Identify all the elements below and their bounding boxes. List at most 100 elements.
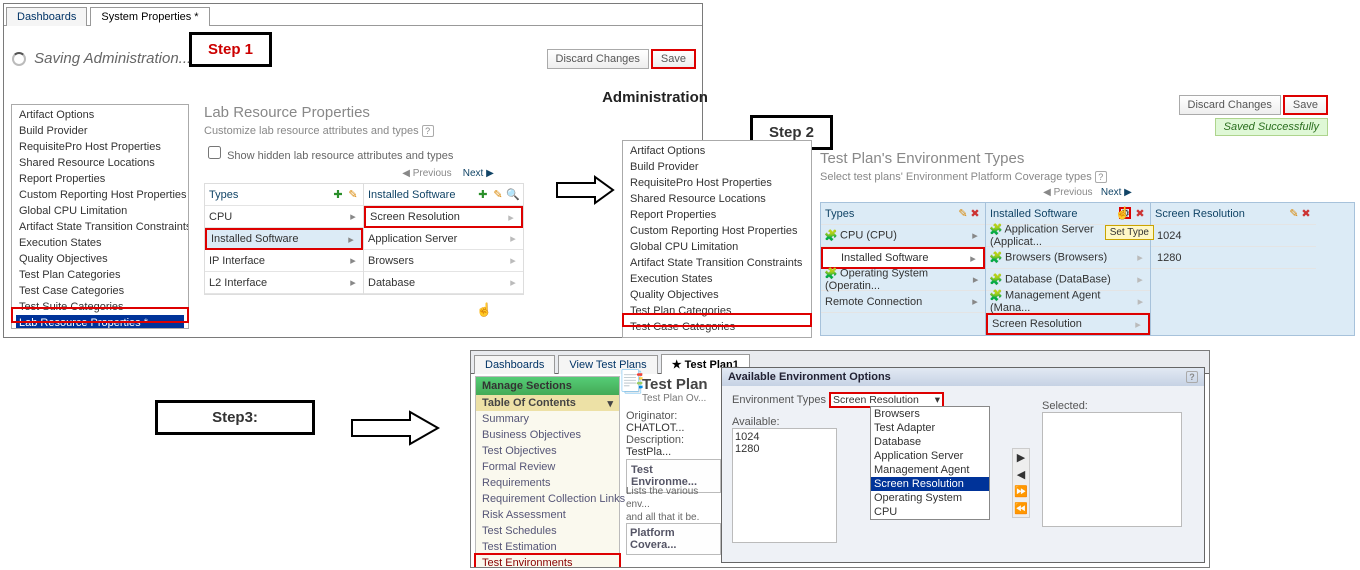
- nav-item[interactable]: Shared Resource Locations: [16, 155, 184, 171]
- tab-dashboards[interactable]: Dashboards: [6, 7, 87, 26]
- nav-item[interactable]: Global CPU Limitation: [16, 203, 184, 219]
- env-type-row[interactable]: 🧩 CPU (CPU)▸: [821, 225, 985, 247]
- nav-item[interactable]: Test Suite Categories: [16, 299, 184, 315]
- nav-item[interactable]: Test Plan Categories: [16, 267, 184, 283]
- toc-item[interactable]: Risk Assessment: [476, 507, 619, 523]
- env-value-row[interactable]: 1280: [1151, 247, 1316, 269]
- move-all-left-icon[interactable]: ⏪: [1014, 502, 1028, 515]
- env-attr-row[interactable]: 🧩 Management Agent (Mana...▸: [986, 291, 1150, 313]
- pager-next[interactable]: Next ▶: [463, 168, 494, 179]
- nav-item[interactable]: Quality Objectives: [16, 251, 184, 267]
- nav-item[interactable]: Artifact Options: [16, 107, 184, 123]
- env-del3-icon[interactable]: ✖: [1300, 207, 1312, 219]
- type-row[interactable]: IP Interface▸: [205, 250, 363, 272]
- dropdown-option[interactable]: Management Agent: [871, 463, 989, 477]
- dropdown-option[interactable]: Test Adapter: [871, 421, 989, 435]
- move-all-right-icon[interactable]: ⏩: [1014, 485, 1028, 498]
- toc-item[interactable]: Test Schedules: [476, 523, 619, 539]
- add-type-icon[interactable]: ✚: [332, 188, 344, 200]
- env-attr-row[interactable]: Screen Resolution▸: [986, 313, 1150, 335]
- toc-item[interactable]: Summary: [476, 411, 619, 427]
- nav2-item[interactable]: Execution States: [627, 271, 807, 287]
- env-attr-row[interactable]: 🧩 Database (DataBase)▸: [986, 269, 1150, 291]
- nav2-item[interactable]: Report Properties: [627, 207, 807, 223]
- nav2-item[interactable]: Quality Objectives: [627, 287, 807, 303]
- toc-item[interactable]: Formal Review: [476, 459, 619, 475]
- attr-row[interactable]: Application Server▸: [364, 228, 523, 250]
- toc-item[interactable]: Business Objectives: [476, 427, 619, 443]
- nav-item[interactable]: Test Case Categories: [16, 283, 184, 299]
- edit-type-icon[interactable]: ✎: [347, 188, 359, 200]
- available-item[interactable]: 1280: [735, 443, 834, 455]
- nav2-item[interactable]: Artifact State Transition Constraints: [627, 255, 807, 271]
- toc-item[interactable]: Requirement Collection Links: [476, 491, 619, 507]
- dropdown-option[interactable]: CPU: [871, 505, 989, 519]
- env-types-dropdown-list[interactable]: BrowsersTest AdapterDatabaseApplication …: [870, 406, 990, 520]
- env-edit3-icon[interactable]: ✎: [1288, 207, 1300, 219]
- env-pager-next[interactable]: Next ▶: [1101, 187, 1132, 198]
- nav-item[interactable]: Custom Reporting Host Properties: [16, 187, 184, 203]
- move-right-icon[interactable]: ▶: [1017, 451, 1025, 464]
- add-attr-icon[interactable]: ✚: [477, 188, 489, 200]
- env-type-row[interactable]: Remote Connection▸: [821, 291, 985, 313]
- manage-sections-button[interactable]: Manage Sections: [476, 377, 619, 395]
- toc-item[interactable]: Test Estimation: [476, 539, 619, 555]
- nav-item[interactable]: Build Provider: [16, 123, 184, 139]
- attr-row[interactable]: Screen Resolution▸: [364, 206, 523, 228]
- env-del-icon[interactable]: ✖: [969, 207, 981, 219]
- nav2-item[interactable]: Test Suite Categories: [627, 335, 807, 337]
- dropdown-option[interactable]: Browsers: [871, 407, 989, 421]
- dropdown-option[interactable]: Application Server: [871, 449, 989, 463]
- nav-item[interactable]: Execution States: [16, 235, 184, 251]
- attr-row[interactable]: Browsers▸: [364, 250, 523, 272]
- env-value-row[interactable]: 1024: [1151, 225, 1316, 247]
- tab-system-properties[interactable]: System Properties *: [90, 7, 209, 26]
- discard-changes-button-2[interactable]: Discard Changes: [1179, 95, 1281, 115]
- toc-item[interactable]: Requirements: [476, 475, 619, 491]
- available-listbox[interactable]: 10241280: [732, 428, 837, 543]
- find-attr-icon[interactable]: 🔍: [507, 188, 519, 200]
- nav-item[interactable]: Artifact State Transition Constraints: [16, 219, 184, 235]
- nav2-item[interactable]: Build Provider: [627, 159, 807, 175]
- admin-nav2-list[interactable]: Artifact OptionsBuild ProviderRequisiteP…: [623, 141, 811, 337]
- env-attr-row[interactable]: 🧩 Browsers (Browsers)▸: [986, 247, 1150, 269]
- env-del2-icon[interactable]: ✖: [1134, 207, 1146, 219]
- discard-changes-button[interactable]: Discard Changes: [547, 49, 649, 69]
- env-edit-icon[interactable]: ✎: [957, 207, 969, 219]
- type-row[interactable]: L2 Interface▸: [205, 272, 363, 294]
- selected-listbox[interactable]: [1042, 412, 1182, 527]
- move-left-icon[interactable]: ◀: [1017, 468, 1025, 481]
- nav2-item[interactable]: Test Plan Categories: [627, 303, 807, 319]
- save-button[interactable]: Save: [651, 49, 696, 69]
- help-icon[interactable]: ?: [422, 125, 434, 137]
- tp-tab-dash[interactable]: Dashboards: [474, 355, 555, 374]
- show-hidden-label[interactable]: Show hidden lab resource attributes and …: [204, 143, 692, 162]
- help-icon-3[interactable]: ?: [1186, 371, 1198, 383]
- dropdown-option[interactable]: Screen Resolution: [871, 477, 989, 491]
- nav2-item[interactable]: Artifact Options: [627, 143, 807, 159]
- pager-prev[interactable]: ◀ Previous: [402, 168, 451, 179]
- save-button-2[interactable]: Save: [1283, 95, 1328, 115]
- nav2-item[interactable]: Custom Reporting Host Properties: [627, 223, 807, 239]
- help-icon-2[interactable]: ?: [1095, 171, 1107, 183]
- available-item[interactable]: 1024: [735, 431, 834, 443]
- show-hidden-checkbox[interactable]: [208, 146, 221, 159]
- dropdown-option[interactable]: Database: [871, 435, 989, 449]
- nav2-item[interactable]: Shared Resource Locations: [627, 191, 807, 207]
- toc-item[interactable]: Test Environments: [476, 555, 619, 568]
- nav-item[interactable]: Report Properties: [16, 171, 184, 187]
- nav-item[interactable]: RequisitePro Host Properties: [16, 139, 184, 155]
- admin-nav-list[interactable]: Artifact OptionsBuild ProviderRequisiteP…: [12, 105, 188, 328]
- nav2-item[interactable]: Global CPU Limitation: [627, 239, 807, 255]
- type-row[interactable]: Installed Software▸: [205, 228, 363, 250]
- attr-row[interactable]: Database▸: [364, 272, 523, 294]
- dropdown-option[interactable]: Operating System: [871, 491, 989, 505]
- nav-item[interactable]: Lab Resource Properties *: [16, 315, 184, 328]
- env-type-row[interactable]: Installed Software▸: [821, 247, 985, 269]
- env-pager-prev[interactable]: ◀ Previous: [1043, 187, 1092, 198]
- env-type-row[interactable]: 🧩 Operating System (Operatin...▸: [821, 269, 985, 291]
- toc-list[interactable]: SummaryBusiness ObjectivesTest Objective…: [476, 411, 619, 568]
- toc-item[interactable]: Test Objectives: [476, 443, 619, 459]
- type-row[interactable]: CPU▸: [205, 206, 363, 228]
- edit-attr-icon[interactable]: ✎: [492, 188, 504, 200]
